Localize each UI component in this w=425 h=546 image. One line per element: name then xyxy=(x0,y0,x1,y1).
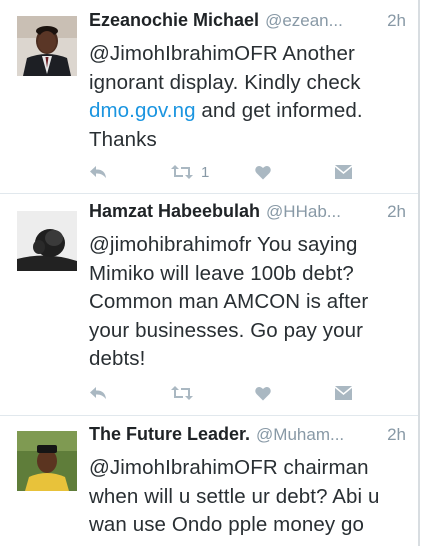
direct-message-button[interactable] xyxy=(335,160,352,184)
avatar[interactable] xyxy=(17,431,77,491)
heart-icon xyxy=(255,165,271,179)
reply-button[interactable] xyxy=(89,160,107,184)
avatar[interactable] xyxy=(17,211,77,271)
tweet-actions: 1 xyxy=(89,160,388,184)
retweet-icon xyxy=(171,165,193,179)
retweet-icon xyxy=(171,386,193,400)
avatar-photo-man-looking-up xyxy=(17,211,77,271)
tweet[interactable]: Hamzat Habeebulah @HHab... 2h @jimohibra… xyxy=(0,195,418,416)
display-name[interactable]: Ezeanochie Michael xyxy=(89,10,259,31)
tweet-link[interactable]: dmo.gov.ng xyxy=(89,99,196,122)
display-name[interactable]: Hamzat Habeebulah xyxy=(89,201,260,222)
reply-icon xyxy=(90,166,106,178)
timestamp[interactable]: 2h xyxy=(387,202,406,222)
tweet-text: @jimohibrahimofr You saying Mimiko will … xyxy=(89,233,369,370)
tweet-text: @JimohIbrahimOFR chairman when will u se… xyxy=(89,456,380,536)
timestamp[interactable]: 2h xyxy=(387,11,406,31)
retweet-button[interactable] xyxy=(171,381,201,405)
tweet-text: @JimohIbrahimOFR Another ignorant displa… xyxy=(89,40,406,154)
tweet-timeline: Ezeanochie Michael @ezean... 2h @JimohIb… xyxy=(0,0,420,546)
username[interactable]: @ezean... xyxy=(265,11,377,31)
avatar[interactable] xyxy=(17,16,77,76)
reply-icon xyxy=(90,387,106,399)
avatar-photo-man-outdoors xyxy=(17,431,77,491)
retweet-button[interactable]: 1 xyxy=(171,160,209,184)
retweet-count: 1 xyxy=(201,163,210,181)
reply-button[interactable] xyxy=(89,381,107,405)
direct-message-icon xyxy=(335,386,352,400)
display-name[interactable]: The Future Leader. xyxy=(89,424,250,445)
tweet[interactable]: The Future Leader. @Muham... 2h @JimohIb… xyxy=(0,417,418,546)
like-button[interactable] xyxy=(255,160,271,184)
tweet-actions xyxy=(89,381,388,405)
avatar-photo-man-in-suit xyxy=(17,16,77,76)
heart-icon xyxy=(255,386,271,400)
direct-message-icon xyxy=(335,165,352,179)
direct-message-button[interactable] xyxy=(335,381,352,405)
username[interactable]: @HHab... xyxy=(266,202,377,222)
like-button[interactable] xyxy=(255,381,271,405)
username[interactable]: @Muham... xyxy=(256,425,377,445)
tweet-text-part: @JimohIbrahimOFR Another ignorant displa… xyxy=(89,42,361,94)
tweet[interactable]: Ezeanochie Michael @ezean... 2h @JimohIb… xyxy=(0,0,418,194)
timestamp[interactable]: 2h xyxy=(387,425,406,445)
